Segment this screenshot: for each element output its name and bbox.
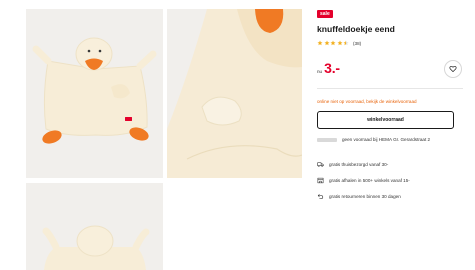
usp-delivery: gratis thuisbezorgd vanaf 30- bbox=[317, 161, 388, 168]
usp-text: gratis afhalen in 500+ winkels vanaf 15- bbox=[329, 178, 410, 183]
duck-blanket-back-illustration bbox=[26, 183, 163, 270]
product-gallery bbox=[0, 0, 305, 270]
product-title: knuffeldoekje eend bbox=[317, 24, 395, 34]
star-icon bbox=[324, 40, 329, 46]
truck-icon bbox=[317, 162, 324, 167]
divider bbox=[317, 88, 463, 89]
stock-text: geen voorraad bij HEMA Gr. Gerardstraat … bbox=[342, 137, 431, 142]
star-icon bbox=[337, 40, 342, 46]
rating-stars bbox=[317, 40, 349, 46]
product-image-3[interactable] bbox=[26, 183, 163, 270]
usp-text: gratis thuisbezorgd vanaf 30- bbox=[329, 162, 389, 167]
sale-badge: sale bbox=[317, 10, 333, 18]
heart-icon bbox=[449, 65, 457, 72]
rating-count: (38) bbox=[353, 40, 362, 46]
product-image-2[interactable] bbox=[167, 9, 302, 178]
star-icon bbox=[330, 40, 336, 46]
star-icon bbox=[317, 40, 323, 46]
availability-notice[interactable]: online niet op voorraad, bekijk de winke… bbox=[317, 99, 417, 104]
price-row: nu 3.- bbox=[317, 60, 340, 76]
store-stock-status: geen voorraad bij HEMA Gr. Gerardstraat … bbox=[317, 137, 430, 142]
usp-pickup: gratis afhalen in 500+ winkels vanaf 15- bbox=[317, 177, 410, 184]
duck-blanket-detail-illustration bbox=[167, 9, 302, 178]
store-stock-button[interactable]: winkelvoorraad bbox=[317, 111, 454, 129]
product-image-1[interactable] bbox=[26, 9, 163, 178]
usp-text: gratis retourneren binnen 30 dagen bbox=[329, 194, 401, 199]
duck-blanket-front-illustration bbox=[26, 9, 163, 178]
favorite-button[interactable] bbox=[444, 60, 462, 78]
price-prefix: nu bbox=[317, 69, 323, 74]
product-rating[interactable]: (38) bbox=[317, 40, 361, 46]
star-icon bbox=[343, 40, 349, 46]
store-icon bbox=[317, 177, 324, 184]
product-info-panel: sale knuffeldoekje eend (38) nu 3.- onli… bbox=[317, 0, 463, 270]
usp-returns: gratis retourneren binnen 30 dagen bbox=[317, 193, 401, 200]
product-price: 3.- bbox=[324, 60, 340, 76]
return-icon bbox=[317, 194, 324, 199]
stock-indicator bbox=[317, 137, 337, 142]
